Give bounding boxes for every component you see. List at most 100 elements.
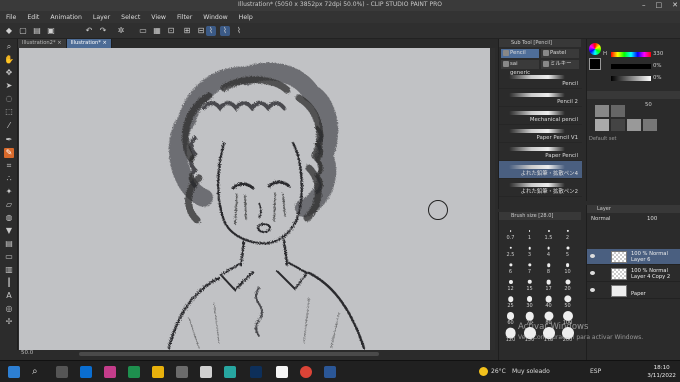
balloon-icon[interactable]: ◎ [4, 304, 14, 314]
current-color-swatch[interactable] [589, 58, 601, 70]
subtool-group-sai-generic[interactable]: sai generic [501, 60, 539, 76]
maximize-icon[interactable]: □ [656, 1, 663, 9]
app-icon[interactable] [224, 366, 236, 378]
brush-size-cell[interactable]: 12 [501, 277, 520, 292]
brush-size-cell[interactable]: 50 [558, 294, 577, 309]
layer-opacity[interactable]: 100 [647, 216, 657, 222]
brush-size-cell[interactable]: 30 [520, 294, 539, 309]
clock[interactable]: 18:10 3/11/2022 [647, 364, 676, 380]
brush-item[interactable]: Paper Pencil [499, 143, 582, 161]
file-explorer-icon[interactable] [152, 366, 164, 378]
brush-size-cell[interactable]: 5 [558, 243, 577, 258]
brush-size-cell[interactable]: 3 [520, 243, 539, 258]
search-icon[interactable]: ⌕ [32, 366, 44, 378]
app-icon[interactable]: ◆ [4, 26, 14, 36]
subtool-group-milky[interactable]: ミルキー [541, 60, 579, 69]
brush-item[interactable]: Paper Pencil V1 [499, 125, 582, 143]
snap-grid-icon[interactable]: ⌇ [234, 26, 244, 36]
word-icon[interactable] [324, 366, 336, 378]
figure-icon[interactable]: ▭ [4, 252, 14, 262]
brush-icon[interactable]: ⌗ [4, 161, 14, 171]
value-slider[interactable]: 0% [604, 75, 664, 82]
chrome-icon[interactable] [300, 366, 312, 378]
tab-illustration[interactable]: Illustration* × [66, 39, 112, 48]
pen-icon[interactable]: ✒ [4, 135, 14, 145]
select-icon[interactable]: ⬚ [4, 107, 14, 117]
task-view-icon[interactable] [56, 366, 68, 378]
app-icon[interactable] [176, 366, 188, 378]
hue-bar[interactable] [611, 52, 651, 57]
undo-icon[interactable]: ↶ [84, 26, 94, 36]
subtool-group-pencil[interactable]: Pencil [501, 49, 539, 58]
color-wheel-icon[interactable] [589, 43, 601, 55]
minimize-icon[interactable]: – [642, 1, 646, 9]
move-icon[interactable]: ✥ [4, 68, 14, 78]
brush-size-cell[interactable]: 1 [520, 226, 539, 241]
canvas-vertical-scrollbar[interactable] [490, 48, 495, 350]
object-icon[interactable]: ➤ [4, 81, 14, 91]
brush-size-cell[interactable]: 2.5 [501, 243, 520, 258]
fill-bucket-icon[interactable]: ▼ [4, 226, 14, 236]
menu-file[interactable]: File [6, 14, 16, 21]
clip-studio-icon[interactable] [276, 366, 288, 378]
layer-row[interactable]: Paper [587, 283, 680, 299]
snap-ruler-icon[interactable]: ⌇ [206, 26, 216, 36]
brush-size-cell[interactable]: 7 [520, 260, 539, 275]
ruler-tool-icon[interactable]: ┃ [4, 278, 14, 288]
menu-edit[interactable]: Edit [27, 14, 39, 21]
brush-size-cell[interactable]: 17 [539, 277, 558, 292]
brush-size-cell[interactable]: 25 [501, 294, 520, 309]
menu-select[interactable]: Select [121, 14, 140, 21]
close-icon[interactable]: ✕ [672, 1, 678, 9]
language-indicator[interactable]: ESP [590, 368, 601, 375]
decoration-icon[interactable]: ✦ [4, 187, 14, 197]
gradient-icon[interactable]: ▤ [4, 239, 14, 249]
layer-row[interactable]: 100 % Normal Layer 4 Copy 2 [587, 266, 680, 282]
tab-illustration2[interactable]: Illustration2* × [18, 39, 67, 48]
blend-icon[interactable]: ◍ [4, 213, 14, 223]
clear-icon[interactable]: ▭ [138, 26, 148, 36]
menu-filter[interactable]: Filter [177, 14, 192, 21]
menu-help[interactable]: Help [239, 14, 253, 21]
transform-icon[interactable]: ⊡ [166, 26, 176, 36]
open-folder-icon[interactable]: ▤ [32, 26, 42, 36]
windows-start-icon[interactable] [8, 366, 20, 378]
fill-icon[interactable]: ▦ [152, 26, 162, 36]
zoom-icon[interactable]: ⌕ [4, 42, 14, 52]
airbrush-icon[interactable]: ∴ [4, 174, 14, 184]
brush-size-cell[interactable]: 2 [558, 226, 577, 241]
brush-item-selected[interactable]: よれた鉛筆・拡散ペン4 [499, 161, 582, 179]
saturation-bar[interactable] [611, 64, 651, 69]
edge-icon[interactable] [80, 366, 92, 378]
photoshop-icon[interactable] [250, 366, 262, 378]
ruler-icon[interactable]: ⊟ [196, 26, 206, 36]
brush-item[interactable]: Pencil 2 [499, 89, 582, 107]
correct-line-icon[interactable]: ✢ [4, 317, 14, 327]
brush-size-cell[interactable]: 15 [520, 277, 539, 292]
weather-text[interactable]: Muy soleado [512, 368, 550, 375]
blend-mode-select[interactable]: Normal [591, 216, 611, 222]
eye-icon[interactable] [590, 271, 595, 275]
app-icon[interactable] [128, 366, 140, 378]
app-icon[interactable] [200, 366, 212, 378]
eye-icon[interactable] [590, 254, 595, 258]
frame-icon[interactable]: ▥ [4, 265, 14, 275]
menu-window[interactable]: Window [203, 14, 227, 21]
saturation-slider[interactable]: 0% [604, 63, 664, 70]
app-icon[interactable] [104, 366, 116, 378]
brush-size-cell[interactable]: 20 [558, 277, 577, 292]
menu-view[interactable]: View [151, 14, 166, 21]
brush-size-cell[interactable]: 8 [539, 260, 558, 275]
save-icon[interactable]: ▣ [46, 26, 56, 36]
drawing-canvas[interactable] [19, 48, 495, 350]
brush-item[interactable]: Mechanical pencil [499, 107, 582, 125]
weather-temperature[interactable]: 26°C [491, 368, 506, 375]
menu-layer[interactable]: Layer [93, 14, 110, 21]
menu-animation[interactable]: Animation [50, 14, 82, 21]
hand-icon[interactable]: ✋ [4, 55, 14, 65]
new-file-icon[interactable]: ▢ [18, 26, 28, 36]
grid-icon[interactable]: ⊞ [182, 26, 192, 36]
zoom-value[interactable]: 50.0 [21, 350, 33, 356]
pencil-icon[interactable]: ✎ [4, 148, 14, 158]
eyedropper-icon[interactable]: ⁄ [4, 121, 14, 131]
